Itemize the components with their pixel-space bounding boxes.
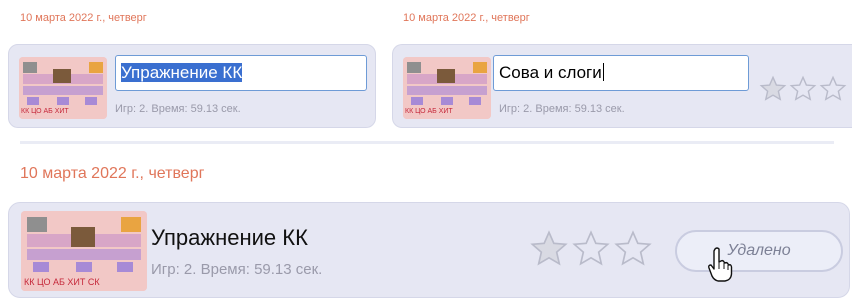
game-thumbnail-icon: КК ЦО АБ ХИТ СК <box>21 211 147 291</box>
svg-text:КК ЦО АБ ХИТ: КК ЦО АБ ХИТ <box>21 108 69 115</box>
selected-text: Упражнение КК <box>121 63 243 82</box>
game-card[interactable]: КК ЦО АБ ХИТ СК Упражнение КК Игр: 2. Вр… <box>8 202 850 298</box>
game-thumbnail-icon: КК ЦО АБ ХИТ <box>19 57 107 119</box>
date-label: 10 марта 2022 г., четверг <box>20 12 147 24</box>
delete-button[interactable]: Удалено <box>675 230 843 272</box>
game-name-input[interactable]: Упражнение КК <box>115 55 367 91</box>
rating-stars[interactable] <box>759 75 847 103</box>
svg-text:КК ЦО АБ ХИТ СК: КК ЦО АБ ХИТ СК <box>24 277 100 287</box>
hand-cursor-icon <box>708 247 733 282</box>
game-title: Упражнение КК <box>151 225 308 250</box>
divider <box>20 141 834 144</box>
input-text: Сова и слоги <box>499 63 602 82</box>
star-icon[interactable] <box>529 229 569 269</box>
game-thumbnail-icon: КК ЦО АБ ХИТ <box>403 57 491 119</box>
game-stats: Игр: 2. Время: 59.13 сек. <box>151 261 323 278</box>
svg-text:КК ЦО АБ ХИТ: КК ЦО АБ ХИТ <box>405 108 453 115</box>
star-icon[interactable] <box>613 229 653 269</box>
star-icon[interactable] <box>819 75 847 103</box>
game-name-input[interactable]: Сова и слоги <box>493 55 749 91</box>
star-icon[interactable] <box>789 75 817 103</box>
star-icon[interactable] <box>571 229 611 269</box>
date-label: 10 марта 2022 г., четверг <box>403 12 530 24</box>
star-icon[interactable] <box>759 75 787 103</box>
text-cursor <box>602 63 604 81</box>
game-stats: Игр: 2. Время: 59.13 сек. <box>499 103 625 115</box>
game-card[interactable]: КК ЦО АБ ХИТ Упражнение КК Игр: 2. Время… <box>8 44 376 128</box>
game-stats: Игр: 2. Время: 59.13 сек. <box>115 103 241 115</box>
date-label: 10 марта 2022 г., четверг <box>20 165 205 182</box>
game-card[interactable]: КК ЦО АБ ХИТ Сова и слоги Игр: 2. Время:… <box>392 44 852 128</box>
rating-stars[interactable] <box>529 229 653 269</box>
